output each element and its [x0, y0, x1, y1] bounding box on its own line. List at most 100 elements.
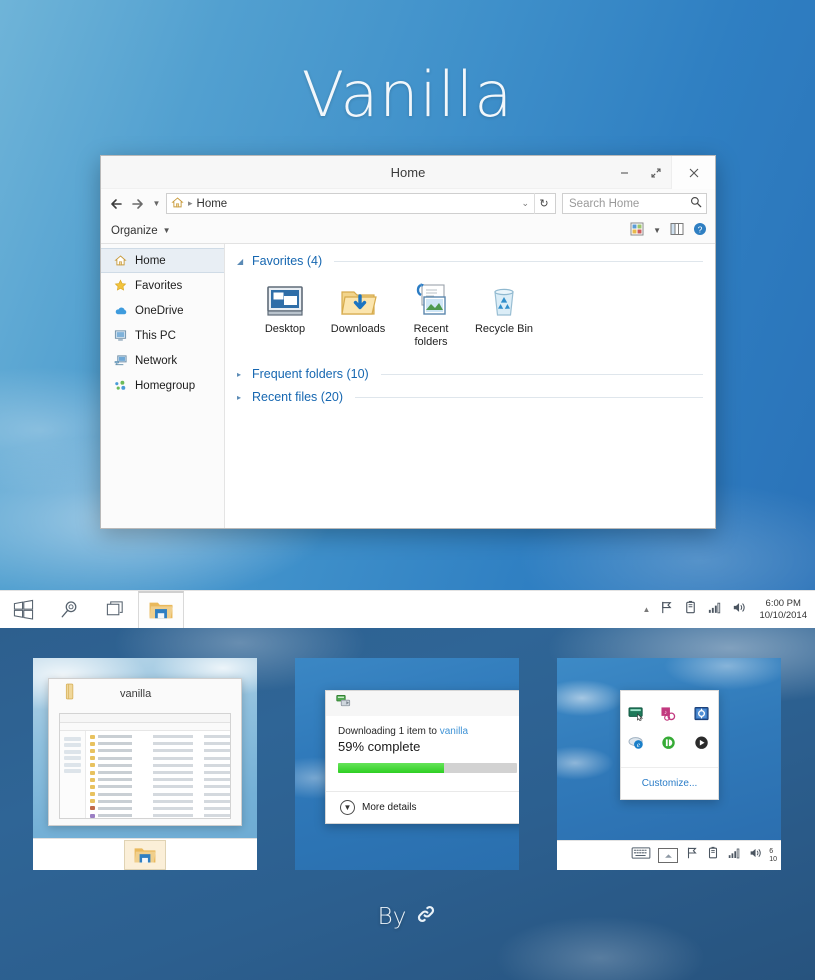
mini-explorer-window: vanilla [48, 678, 242, 826]
wifi-signal-icon[interactable] [707, 600, 722, 620]
triangle-right-icon[interactable]: ▸ [237, 393, 246, 402]
chevron-down-circle-icon[interactable]: ▼ [340, 800, 355, 815]
panel-taskbar-thumbnail-preview: vanilla [33, 658, 257, 870]
help-icon[interactable]: ? [693, 222, 707, 239]
search-icon[interactable] [690, 196, 702, 211]
sidebar-item-label: OneDrive [135, 304, 184, 317]
caret-down-icon[interactable]: ▼ [653, 226, 661, 235]
flag-action-center-icon[interactable] [685, 846, 699, 865]
mini-window-title: vanilla [120, 688, 152, 700]
content-pane: ◢ Favorites (4) Desktop Downloads Recent… [225, 244, 715, 528]
mini-file-row [86, 747, 230, 754]
forward-arrow-icon[interactable] [128, 194, 147, 214]
star-icon [113, 278, 128, 293]
divider [380, 373, 703, 375]
mini-file-row [86, 812, 230, 819]
sidebar-item-favorites[interactable]: Favorites [101, 273, 224, 298]
mini-clock[interactable]: 6 10 [769, 848, 777, 864]
refresh-icon[interactable]: ↻ [534, 193, 553, 214]
triangle-right-icon[interactable]: ▸ [237, 370, 246, 379]
wifi-signal-icon[interactable] [727, 846, 741, 865]
sidebar-item-this-pc[interactable]: This PC [101, 323, 224, 348]
home-icon[interactable] [171, 196, 184, 212]
organize-toolbar: Organize ▼ ▼ ? [101, 218, 715, 244]
divider [334, 260, 703, 262]
sidebar-item-onedrive[interactable]: OneDrive [101, 298, 224, 323]
tile-recycle-bin[interactable]: Recycle Bin [470, 278, 538, 348]
tile-downloads[interactable]: Downloads [324, 278, 392, 348]
volume-speaker-icon[interactable] [731, 600, 746, 620]
download-status-line: Downloading 1 item to vanilla [338, 726, 517, 737]
group-label: Frequent folders (10) [252, 367, 369, 381]
clock[interactable]: 6:00 PM 10/10/2014 [755, 598, 807, 621]
address-input[interactable]: ▸ Home ⌄ ↻ [166, 193, 556, 214]
mini-file-row [86, 805, 230, 812]
file-explorer-icon[interactable] [138, 590, 184, 629]
mini-address-bar [60, 714, 230, 723]
download-target-link[interactable]: vanilla [440, 726, 468, 737]
maximize-restore-icon[interactable] [640, 156, 671, 189]
customize-link[interactable]: Customize... [642, 778, 698, 789]
download-dialog: Downloading 1 item to vanilla 59% comple… [325, 690, 519, 824]
window-titlebar: Home [101, 156, 715, 189]
change-view-icon[interactable] [630, 222, 644, 239]
group-header-favorites[interactable]: ◢ Favorites (4) [237, 254, 703, 268]
volume-speaker-icon[interactable] [748, 846, 762, 865]
caret-down-icon[interactable]: ▼ [163, 226, 171, 235]
back-arrow-icon[interactable] [107, 194, 126, 214]
media-sync-icon[interactable]: ♪ [660, 706, 678, 727]
group-label: Recent files (20) [252, 390, 344, 404]
svg-text:?: ? [698, 224, 703, 234]
panel-download-dialog: Downloading 1 item to vanilla 59% comple… [295, 658, 519, 870]
breadcrumb-path[interactable]: Home [197, 198, 228, 210]
close-icon[interactable] [671, 156, 715, 189]
flag-action-center-icon[interactable] [659, 600, 674, 620]
task-view-icon[interactable] [92, 591, 138, 629]
divider [355, 396, 703, 398]
address-bar-row: ▼ ▸ Home ⌄ ↻ Search Home [101, 189, 715, 218]
tile-label: Recycle Bin [474, 323, 534, 335]
battery-icon[interactable] [706, 846, 720, 865]
touch-keyboard-icon[interactable] [631, 846, 651, 865]
search-magnifier-icon[interactable] [46, 591, 92, 629]
battery-icon[interactable] [683, 600, 698, 620]
remote-desktop-icon[interactable] [628, 706, 646, 727]
sidebar-item-label: This PC [135, 329, 176, 342]
organize-button[interactable]: Organize [111, 225, 158, 237]
dialog-footer[interactable]: ▼ More details [326, 791, 519, 823]
sidebar-item-home[interactable]: Home [101, 248, 224, 273]
windows-start-icon[interactable] [0, 591, 46, 629]
mini-file-row [86, 783, 230, 790]
mini-file-row [86, 798, 230, 805]
history-dropdown-icon[interactable]: ▼ [149, 194, 164, 214]
internet-explorer-icon[interactable]: e [628, 735, 646, 756]
minimize-icon[interactable] [609, 156, 640, 189]
sidebar-item-homegroup[interactable]: Homegroup [101, 373, 224, 398]
tray-icon-grid: ♪ e [621, 691, 718, 767]
recent-folders-icon [397, 278, 465, 320]
media-play-icon[interactable] [693, 735, 711, 756]
show-hidden-icons-icon[interactable] [658, 848, 679, 863]
search-input[interactable]: Search Home [562, 193, 707, 214]
group-header-recent-files[interactable]: ▸ Recent files (20) [237, 390, 703, 404]
triangle-down-icon[interactable]: ◢ [237, 257, 246, 266]
file-transfer-icon [336, 694, 351, 713]
preview-pane-icon[interactable] [670, 222, 684, 239]
group-header-frequent-folders[interactable]: ▸ Frequent folders (10) [237, 367, 703, 381]
tile-desktop[interactable]: Desktop [251, 278, 319, 348]
byline-label: By [377, 904, 407, 930]
file-explorer-icon[interactable] [124, 839, 166, 870]
link-chain-icon[interactable] [415, 903, 437, 931]
system-config-icon[interactable] [693, 706, 711, 727]
byline: By [0, 903, 815, 931]
sidebar-item-label: Home [135, 254, 166, 267]
more-details-label[interactable]: More details [362, 802, 416, 813]
tile-recent-folders[interactable]: Recent folders [397, 278, 465, 348]
power-indicator-icon[interactable] [660, 735, 678, 756]
tray-flyout: ♪ e Customize... [620, 690, 719, 800]
mini-clock-time: 6 [769, 847, 774, 855]
sidebar-item-network[interactable]: Network [101, 348, 224, 373]
chevron-down-icon[interactable]: ⌄ [516, 198, 534, 209]
show-hidden-icons-icon[interactable]: ▲ [643, 605, 651, 614]
customize-row[interactable]: Customize... [621, 767, 718, 799]
